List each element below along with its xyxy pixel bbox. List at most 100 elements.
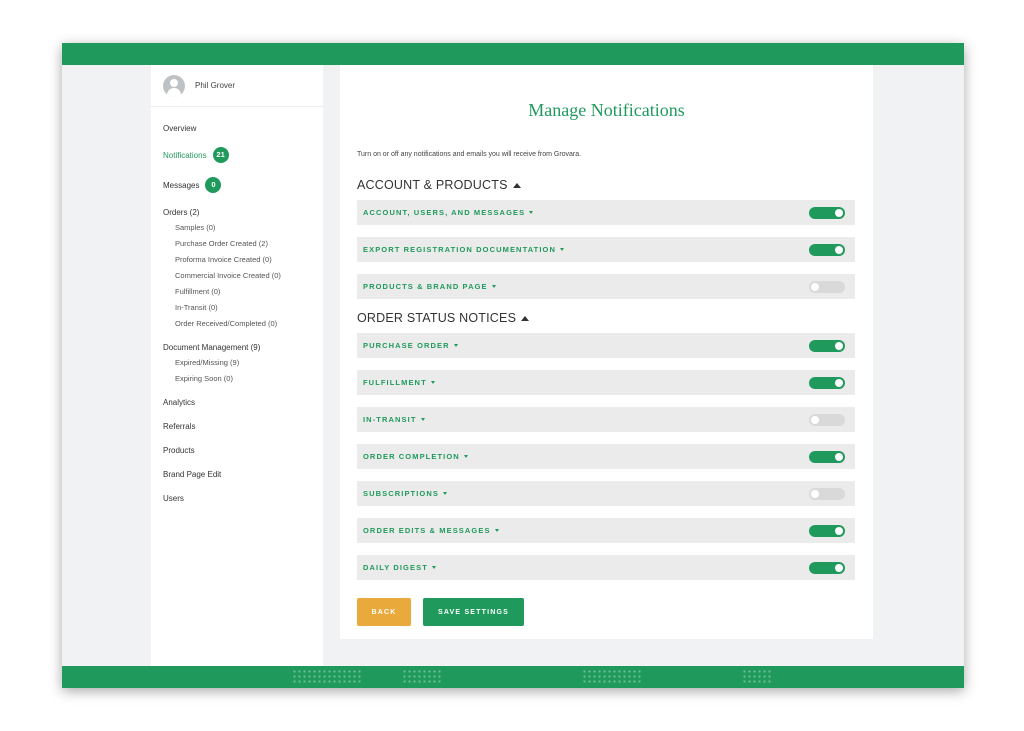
- sidebar-item-label: Products: [163, 446, 195, 455]
- notification-row-header[interactable]: EXPORT REGISTRATION DOCUMENTATION: [363, 237, 564, 262]
- decorative-dot-pattern: [292, 669, 362, 685]
- toggle-switch[interactable]: [809, 244, 845, 256]
- caret-down-icon: [491, 285, 496, 288]
- caret-down-icon: [559, 248, 564, 251]
- sidebar-item-messages[interactable]: Messages 0: [163, 177, 222, 193]
- sidebar-item-products[interactable]: Products: [163, 446, 195, 455]
- sidebar-subitem-order-received-completed[interactable]: Order Received/Completed (0): [175, 319, 277, 328]
- sidebar-subitem-expired-missing[interactable]: Expired/Missing (9): [175, 358, 239, 367]
- toggle-knob: [835, 379, 843, 387]
- notification-row-in-transit: IN-TRANSIT: [357, 407, 855, 432]
- notification-row-label: EXPORT REGISTRATION DOCUMENTATION: [363, 245, 556, 254]
- notification-row-header[interactable]: SUBSCRIPTIONS: [363, 481, 447, 506]
- toggle-knob: [811, 416, 819, 424]
- caret-down-icon: [442, 492, 447, 495]
- sidebar-subitem-expiring-soon[interactable]: Expiring Soon (0): [175, 374, 233, 383]
- notification-row-label: ORDER COMPLETION: [363, 452, 460, 461]
- toggle-switch[interactable]: [809, 451, 845, 463]
- caret-down-icon: [430, 381, 435, 384]
- sidebar-item-label: Overview: [163, 124, 197, 133]
- notification-row-label: IN-TRANSIT: [363, 415, 417, 424]
- notification-row-products-brand-page: PRODUCTS & BRAND PAGE: [357, 274, 855, 299]
- save-settings-button[interactable]: SAVE SETTINGS: [423, 598, 524, 626]
- toggle-switch[interactable]: [809, 281, 845, 293]
- sidebar-subitem-proforma-invoice-created[interactable]: Proforma Invoice Created (0): [175, 255, 272, 264]
- sidebar-item-label: Brand Page Edit: [163, 470, 222, 479]
- section-header-account-products[interactable]: ACCOUNT & PRODUCTS: [357, 178, 521, 192]
- notification-row-label: DAILY DIGEST: [363, 563, 428, 572]
- toggle-knob: [835, 209, 843, 217]
- caret-down-icon: [420, 418, 425, 421]
- toggle-switch[interactable]: [809, 377, 845, 389]
- notification-row-header[interactable]: ORDER EDITS & MESSAGES: [363, 518, 499, 543]
- user-profile[interactable]: Phil Grover: [151, 65, 323, 107]
- sidebar-item-label: Analytics: [163, 398, 196, 407]
- toggle-switch[interactable]: [809, 525, 845, 537]
- toggle-knob: [835, 527, 843, 535]
- sidebar-item-document-management[interactable]: Document Management (9): [163, 343, 260, 352]
- toggle-knob: [811, 283, 819, 291]
- caret-up-icon: [521, 315, 530, 321]
- section-title: ORDER STATUS NOTICES: [357, 311, 517, 325]
- sidebar-item-overview[interactable]: Overview: [163, 124, 196, 133]
- notification-row-header[interactable]: FULFILLMENT: [363, 370, 435, 395]
- main-panel: Manage Notifications Turn on or off any …: [340, 65, 873, 639]
- sidebar-item-notifications[interactable]: Notifications 21: [163, 147, 229, 163]
- user-name: Phil Grover: [195, 81, 236, 90]
- notification-row-header[interactable]: PRODUCTS & BRAND PAGE: [363, 274, 496, 299]
- notification-row-header[interactable]: ACCOUNT, USERS, AND MESSAGES: [363, 200, 534, 225]
- notification-row-order-edits-messages: ORDER EDITS & MESSAGES: [357, 518, 855, 543]
- sidebar-subitem-purchase-order-created[interactable]: Purchase Order Created (2): [175, 239, 268, 248]
- notification-row-label: FULFILLMENT: [363, 378, 427, 387]
- decorative-dot-pattern: [402, 669, 442, 685]
- toggle-switch[interactable]: [809, 207, 845, 219]
- notification-row-export-registration: EXPORT REGISTRATION DOCUMENTATION: [357, 237, 855, 262]
- sidebar-item-label: Orders (2): [163, 208, 200, 217]
- sidebar-subitem-fulfillment[interactable]: Fulfillment (0): [175, 287, 220, 296]
- notification-row-purchase-order: PURCHASE ORDER: [357, 333, 855, 358]
- page-title: Manage Notifications: [528, 100, 685, 120]
- sidebar-subitem-samples[interactable]: Samples (0): [175, 223, 215, 232]
- notifications-count-badge: 21: [212, 147, 229, 163]
- notification-row-header[interactable]: PURCHASE ORDER: [363, 333, 458, 358]
- section-title: ACCOUNT & PRODUCTS: [357, 178, 508, 192]
- toggle-switch[interactable]: [809, 488, 845, 500]
- caret-up-icon: [512, 182, 521, 188]
- sidebar-item-users[interactable]: Users: [163, 494, 184, 503]
- notification-row-header[interactable]: DAILY DIGEST: [363, 555, 436, 580]
- toggle-knob: [835, 564, 843, 572]
- caret-down-icon: [453, 344, 458, 347]
- notification-row-label: ACCOUNT, USERS, AND MESSAGES: [363, 208, 526, 217]
- sidebar-item-label: Document Management (9): [163, 343, 261, 352]
- sidebar-item-label: Users: [163, 494, 184, 503]
- bottom-bar: [62, 666, 964, 688]
- back-button[interactable]: BACK: [357, 598, 411, 626]
- toggle-knob: [835, 453, 843, 461]
- app-window: Phil Grover Overview Notifications 21 Me…: [62, 43, 964, 688]
- sidebar-item-label: Notifications: [163, 150, 207, 160]
- intro-text: Turn on or off any notifications and ema…: [357, 151, 582, 158]
- sidebar-subitem-in-transit[interactable]: In-Transit (0): [175, 303, 218, 312]
- decorative-dot-pattern: [742, 669, 772, 685]
- sidebar-subitem-commercial-invoice-created[interactable]: Commercial Invoice Created (0): [175, 271, 281, 280]
- toggle-switch[interactable]: [809, 562, 845, 574]
- caret-down-icon: [463, 455, 468, 458]
- notification-row-account-users-messages: ACCOUNT, USERS, AND MESSAGES: [357, 200, 855, 225]
- sidebar-item-referrals[interactable]: Referrals: [163, 422, 195, 431]
- notification-row-fulfillment: FULFILLMENT: [357, 370, 855, 395]
- sidebar-item-analytics[interactable]: Analytics: [163, 398, 195, 407]
- notification-row-subscriptions: SUBSCRIPTIONS: [357, 481, 855, 506]
- toggle-switch[interactable]: [809, 414, 845, 426]
- section-header-order-status[interactable]: ORDER STATUS NOTICES: [357, 311, 530, 325]
- notification-row-label: PRODUCTS & BRAND PAGE: [363, 282, 488, 291]
- toggle-switch[interactable]: [809, 340, 845, 352]
- notification-row-header[interactable]: IN-TRANSIT: [363, 407, 425, 432]
- toggle-knob: [835, 246, 843, 254]
- notification-row-order-completion: ORDER COMPLETION: [357, 444, 855, 469]
- sidebar-item-orders[interactable]: Orders (2): [163, 208, 199, 217]
- caret-down-icon: [529, 211, 534, 214]
- notification-row-header[interactable]: ORDER COMPLETION: [363, 444, 468, 469]
- sidebar-item-brand-page-edit[interactable]: Brand Page Edit: [163, 470, 221, 479]
- toggle-knob: [835, 342, 843, 350]
- notification-row-label: SUBSCRIPTIONS: [363, 489, 439, 498]
